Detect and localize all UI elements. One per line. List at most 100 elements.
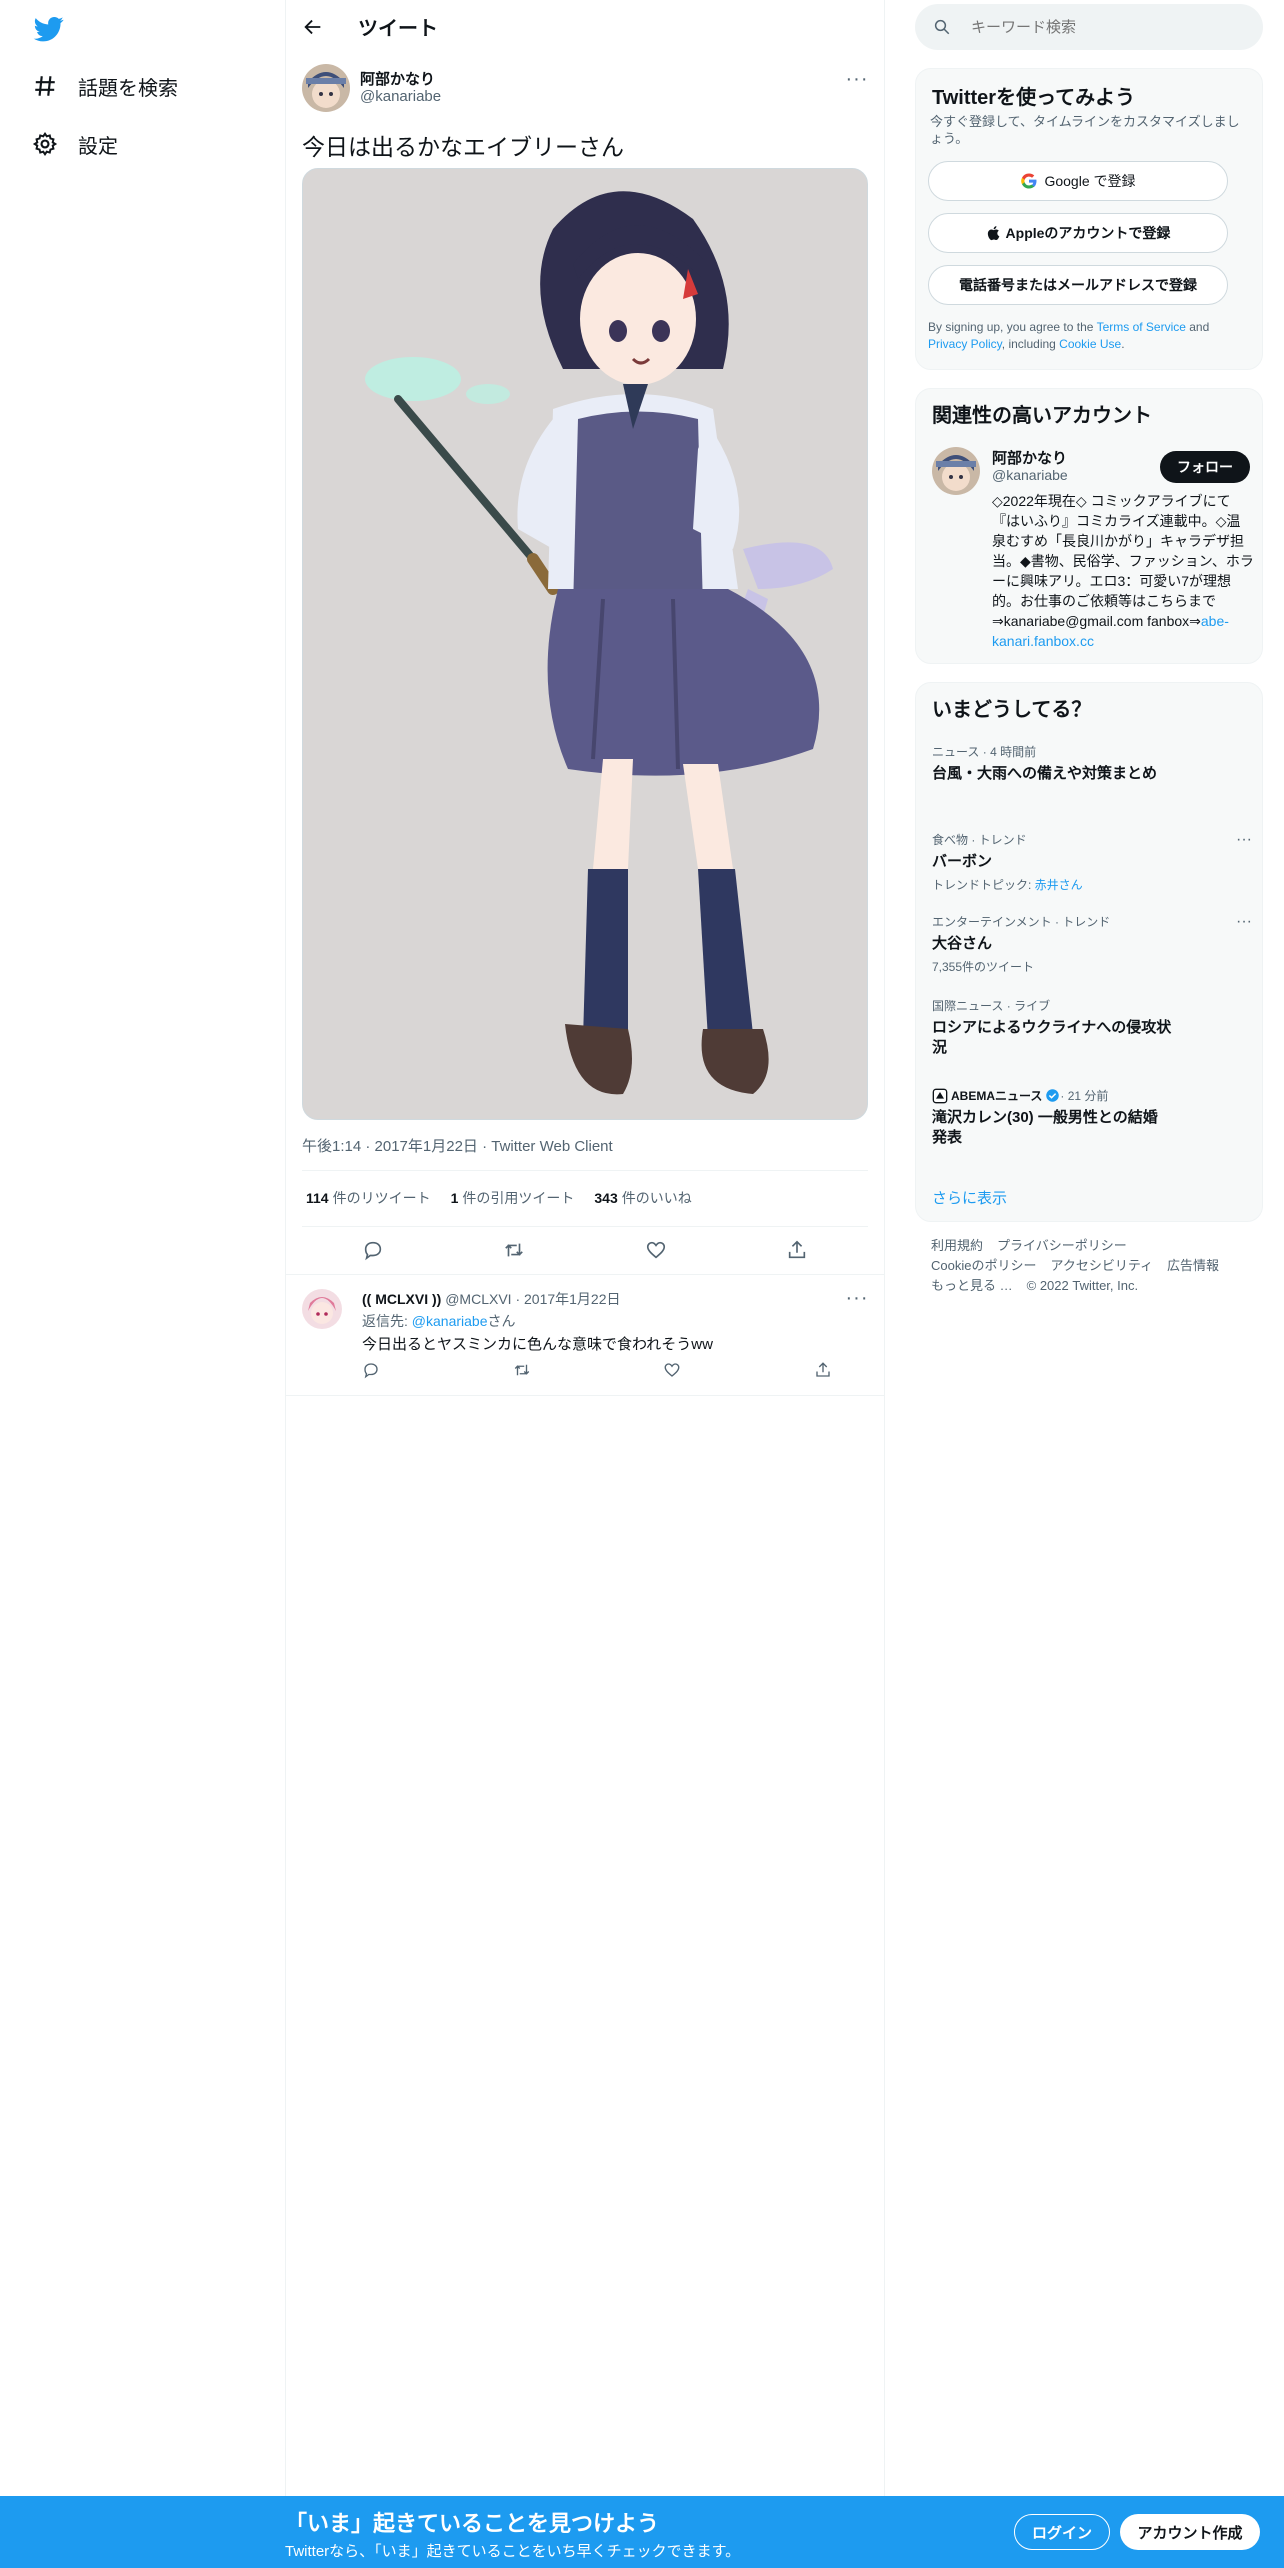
author-avatar[interactable]	[302, 64, 350, 112]
reply-author-name[interactable]: (( MCLXVI ))	[362, 1291, 441, 1307]
trend-item[interactable]: エンターテインメント · トレンド 大谷さん 7,355件のツイート ···	[932, 913, 1252, 975]
reply-handle-date[interactable]: @MCLXVI · 2017年1月22日	[445, 1291, 620, 1307]
reply-to: 返信先: @kanariabeさん	[362, 1311, 515, 1331]
reply-to-prefix: 返信先:	[362, 1313, 412, 1329]
retweet-icon[interactable]	[513, 1361, 531, 1379]
terms-text: By signing up, you agree to the Terms of…	[928, 319, 1248, 353]
reply-tweet[interactable]: (( MCLXVI )) @MCLXVI · 2017年1月22日 ··· 返信…	[286, 1274, 884, 1396]
quote-count-label: 件の引用ツイート	[462, 1190, 575, 1206]
trend-title: バーボン	[932, 853, 993, 870]
search-bar[interactable]	[915, 4, 1263, 50]
create-account-button[interactable]: アカウント作成	[1120, 2514, 1260, 2550]
reply-icon[interactable]	[362, 1361, 380, 1379]
apple-signup-button[interactable]: Appleのアカウントで登録	[928, 213, 1228, 253]
follow-button[interactable]: フォロー	[1160, 451, 1250, 483]
trend-topic-prefix: トレンドトピック:	[932, 878, 1035, 892]
trend-item[interactable]: 国際ニュース · ライブ ロシアによるウクライナへの侵攻状況	[932, 997, 1248, 1058]
retweet-count[interactable]: 114 件のリツイート	[306, 1188, 431, 1208]
google-signup-button[interactable]: Google で登録	[928, 161, 1228, 201]
trend-source-time: · 21 分前	[1060, 1089, 1109, 1103]
retweet-count-label: 件のリツイート	[332, 1190, 431, 1206]
reply-to-handle[interactable]: @kanariabe	[412, 1313, 488, 1329]
login-button[interactable]: ログイン	[1014, 2514, 1110, 2550]
trend-category: ニュース · 4 時間前	[932, 745, 1037, 759]
terms-of-service-link[interactable]: Terms of Service	[1097, 320, 1186, 334]
privacy-policy-link[interactable]: Privacy Policy	[928, 337, 1002, 351]
terms-prefix: By signing up, you agree to the	[928, 320, 1097, 334]
trend-item[interactable]: 食べ物 · トレンド バーボン トレンドトピック: 赤井さん ···	[932, 831, 1252, 893]
like-heart-icon[interactable]	[663, 1361, 681, 1379]
reply-to-suffix: さん	[487, 1313, 516, 1329]
footer-more-link[interactable]: もっと見る …	[931, 1278, 1013, 1293]
author-handle[interactable]: @kanariabe	[360, 88, 441, 105]
footer-link[interactable]: 広告情報	[1167, 1258, 1219, 1273]
trend-category: 食べ物 · トレンド	[932, 833, 1027, 847]
trend-category: ABEMAニュース · 21 分前	[932, 1087, 1248, 1104]
footer-link[interactable]: アクセシビリティ	[1050, 1258, 1153, 1273]
reply-avatar[interactable]	[302, 1289, 342, 1329]
trend-item[interactable]: ABEMAニュース · 21 分前 滝沢カレン(30) 一般男性との結婚発表	[932, 1087, 1248, 1148]
related-accounts-card: 関連性の高いアカウント 阿部かなり @kanariabe フォロー ◇2022年…	[915, 388, 1263, 664]
terms-including: , including	[1001, 337, 1060, 351]
footer-link[interactable]: 利用規約	[931, 1238, 983, 1253]
gear-icon	[32, 131, 58, 157]
show-more-link[interactable]: さらに表示	[932, 1187, 1007, 1208]
retweet-count-value: 114	[306, 1190, 329, 1206]
reply-more-options-icon[interactable]: ···	[846, 1287, 868, 1309]
footer-links: 利用規約 プライバシーポリシー Cookieのポリシー アクセシビリティ 広告情報 も…	[931, 1236, 1251, 1296]
like-count[interactable]: 343 件のいいね	[594, 1188, 691, 1208]
abema-logo-icon	[932, 1088, 948, 1103]
footer-link[interactable]: Cookieのポリシー	[931, 1258, 1036, 1273]
nav-explore[interactable]: 話題を検索	[32, 66, 178, 106]
google-signup-label: Google で登録	[1044, 173, 1136, 189]
tweet-actions	[302, 1230, 868, 1270]
related-bio-text: ◇2022年現在◇ コミックアライブにて『はいふり』コミカライズ連載中。◇温泉む…	[992, 493, 1254, 629]
trend-title: 台風・大雨への備えや対策まとめ	[932, 765, 1158, 782]
trends-title: いまどうしてる？	[932, 699, 1092, 721]
twitter-bird-icon[interactable]	[32, 14, 66, 44]
tweet-author: 阿部かなり @kanariabe ···	[302, 64, 868, 112]
retweet-icon[interactable]	[503, 1239, 525, 1261]
quote-count[interactable]: 1 件の引用ツイート	[451, 1188, 575, 1208]
illustration-image	[303, 169, 867, 1119]
page-title: ツイート	[358, 18, 438, 40]
signup-title: Twitterを使ってみよう	[932, 87, 1136, 109]
search-icon	[934, 19, 950, 35]
back-arrow-icon[interactable]	[302, 16, 324, 38]
share-icon[interactable]	[786, 1239, 808, 1261]
trend-topic-link[interactable]: 赤井さん	[1035, 878, 1083, 892]
quote-count-value: 1	[450, 1190, 459, 1206]
tweet-stats: 114 件のリツイート 1 件の引用ツイート 343 件のいいね	[306, 1188, 692, 1208]
search-input[interactable]	[971, 18, 1231, 36]
tweet-timestamp[interactable]: 午後1:14 · 2017年1月22日 · Twitter Web Client	[302, 1135, 613, 1156]
phone-email-signup-button[interactable]: 電話番号またはメールアドレスで登録	[928, 265, 1228, 305]
related-title: 関連性の高いアカウント	[932, 405, 1152, 427]
related-handle[interactable]: @kanariabe	[992, 467, 1068, 483]
author-name[interactable]: 阿部かなり	[360, 68, 435, 89]
verified-badge-icon	[1046, 1089, 1060, 1102]
footer-link[interactable]: プライバシーポリシー	[997, 1238, 1127, 1253]
nav-settings[interactable]: 設定	[32, 124, 118, 164]
share-icon[interactable]	[814, 1361, 832, 1379]
trend-source-name: ABEMAニュース	[951, 1089, 1043, 1103]
trend-tweet-count: 7,355件のツイート	[932, 960, 1035, 974]
related-name[interactable]: 阿部かなり	[992, 447, 1067, 468]
trend-item[interactable]: ニュース · 4 時間前 台風・大雨への備えや対策まとめ	[932, 743, 1248, 784]
apple-signup-label: Appleのアカウントで登録	[1005, 225, 1171, 241]
trend-title: ロシアによるウクライナへの侵攻状況	[932, 1019, 1172, 1056]
trend-more-icon[interactable]: ···	[1236, 913, 1252, 931]
signup-card: Twitterを使ってみよう 今すぐ登録して、タイムラインをカスタマイズしましょ…	[915, 68, 1263, 370]
footer-copyright: © 2022 Twitter, Inc.	[1026, 1278, 1139, 1293]
terms-and: and	[1185, 320, 1210, 334]
left-navigation: 話題を検索 設定	[0, 0, 285, 2496]
tweet-image[interactable]	[302, 168, 868, 1120]
reply-icon[interactable]	[362, 1239, 384, 1261]
more-options-icon[interactable]: ···	[846, 68, 868, 90]
signup-subtitle: 今すぐ登録して、タイムラインをカスタマイズしましょう。	[930, 114, 1240, 146]
like-heart-icon[interactable]	[645, 1239, 667, 1261]
trend-more-icon[interactable]: ···	[1236, 831, 1252, 849]
trend-category: エンターテインメント · トレンド	[932, 915, 1111, 929]
related-bio: ◇2022年現在◇ コミックアライブにて『はいふり』コミカライズ連載中。◇温泉む…	[992, 491, 1254, 651]
cookie-use-link[interactable]: Cookie Use	[1059, 337, 1121, 351]
related-avatar[interactable]	[932, 447, 980, 495]
